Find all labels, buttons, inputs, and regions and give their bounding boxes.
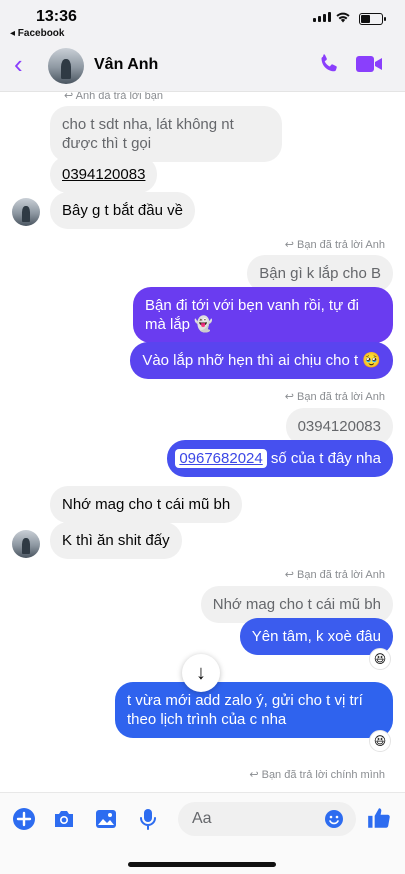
cellular-signal-icon bbox=[313, 12, 331, 22]
status-time: 13:36 bbox=[36, 8, 77, 25]
quoted-message[interactable]: cho t sdt nha, lát không nt được thì t g… bbox=[50, 106, 282, 162]
message-text: số của t đây nha bbox=[266, 450, 381, 467]
contact-name[interactable]: Vân Anh bbox=[94, 56, 158, 74]
emoji-icon[interactable] bbox=[324, 809, 344, 829]
phone-call-icon[interactable] bbox=[317, 52, 341, 76]
message-bubble[interactable]: Bận đi tới với bẹn vanh rồi, tự đi mà lắ… bbox=[133, 287, 393, 343]
message-input-field[interactable] bbox=[178, 802, 356, 836]
reaction-badge[interactable]: 😆 bbox=[369, 648, 391, 670]
message-bubble[interactable]: 0967682024 số của t đây nha bbox=[167, 440, 393, 477]
gallery-icon[interactable] bbox=[94, 807, 118, 831]
back-chevron-icon[interactable]: ‹ bbox=[14, 51, 23, 77]
reply-indicator: ↩ Anh đã trả lời bạn bbox=[64, 92, 163, 102]
status-bar: 13:36 ◂ Facebook bbox=[0, 0, 405, 40]
reply-indicator: ↩ Bạn đã trả lời Anh bbox=[284, 391, 385, 403]
conversation-header: ‹ Vân Anh bbox=[0, 40, 405, 92]
contact-avatar[interactable] bbox=[48, 48, 84, 84]
sender-avatar[interactable] bbox=[12, 530, 40, 558]
wifi-icon bbox=[335, 10, 351, 26]
reply-indicator: ↩ Bạn đã trả lời Anh bbox=[284, 569, 385, 581]
plus-icon[interactable] bbox=[12, 807, 36, 831]
camera-icon[interactable] bbox=[52, 807, 76, 831]
battery-icon bbox=[359, 13, 386, 25]
sender-avatar[interactable] bbox=[12, 198, 40, 226]
phone-number-link[interactable]: 0967682024 bbox=[175, 449, 267, 468]
message-bubble[interactable]: K thì ăn shit đấy bbox=[50, 522, 182, 559]
thumbs-up-icon[interactable] bbox=[366, 805, 392, 831]
arrow-down-icon: ↓ bbox=[196, 662, 206, 684]
reply-indicator: ↩ Bạn đã trả lời Anh bbox=[284, 239, 385, 251]
home-indicator bbox=[128, 862, 276, 867]
message-bubble[interactable]: Vào lắp nhỡ hẹn thì ai chịu cho t 🥹 bbox=[130, 342, 393, 379]
message-bubble[interactable]: Bây g t bắt đầu về bbox=[50, 192, 195, 229]
message-bubble[interactable]: 0394120083 bbox=[50, 156, 158, 193]
phone-number-link[interactable]: 0394120083 bbox=[62, 166, 145, 183]
reaction-badge[interactable]: 😆 bbox=[369, 730, 391, 752]
scroll-to-bottom-button[interactable]: ↓ bbox=[182, 654, 220, 692]
video-call-icon[interactable] bbox=[355, 54, 383, 74]
back-to-facebook-link[interactable]: ◂ Facebook bbox=[10, 28, 64, 39]
message-input[interactable] bbox=[192, 810, 312, 828]
message-bubble[interactable]: Yên tâm, k xoè đâu bbox=[239, 618, 393, 655]
message-bubble[interactable]: Nhớ mag cho t cái mũ bh bbox=[50, 486, 243, 523]
microphone-icon[interactable] bbox=[136, 807, 160, 831]
reply-indicator: ↩ Bạn đã trả lời chính mình bbox=[249, 769, 385, 781]
message-bubble[interactable]: t vừa mới add zalo ý, gửi cho t vị trí t… bbox=[115, 682, 393, 738]
